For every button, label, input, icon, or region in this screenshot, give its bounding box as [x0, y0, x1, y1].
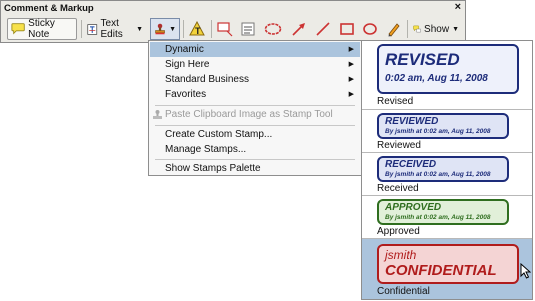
panel-title: Comment & Markup: [4, 3, 94, 14]
oval-tool-button[interactable]: [359, 18, 381, 40]
menu-item-label: Sign Here: [165, 59, 210, 70]
menu-item-create-custom-stamp[interactable]: Create Custom Stamp...: [150, 127, 360, 142]
stamp-option-revised[interactable]: REVISED 0:02 am, Aug 11, 2008 Revised: [362, 41, 532, 109]
pencil-icon: [388, 23, 400, 37]
stamp-label: Revised: [377, 96, 414, 107]
menu-item-sign-here[interactable]: Sign Here ▶: [150, 57, 360, 72]
submenu-arrow-icon: ▶: [348, 46, 354, 53]
text-edits-label: Text Edits: [100, 18, 123, 40]
text-box-icon: [241, 22, 255, 36]
toolbar-separator: [183, 20, 184, 38]
stamp-subtitle: CONFIDENTIAL: [385, 262, 497, 279]
stamp-tool-button[interactable]: ▼: [150, 18, 180, 40]
line-tool-button[interactable]: [312, 18, 334, 40]
dynamic-stamps-submenu: REVISED 0:02 am, Aug 11, 2008 Revised RE…: [361, 40, 533, 300]
submenu-arrow-icon: ▶: [348, 91, 354, 98]
menu-item-show-stamps-palette[interactable]: Show Stamps Palette: [150, 161, 360, 176]
text-box-button[interactable]: [237, 18, 259, 40]
line-icon: [316, 22, 330, 36]
menu-item-label: Standard Business: [165, 74, 249, 85]
menu-separator: [155, 159, 355, 160]
menu-item-label: Show Stamps Palette: [165, 163, 261, 174]
show-comments-icon: [413, 25, 421, 33]
menu-item-label: Create Custom Stamp...: [165, 129, 273, 140]
svg-text:T: T: [195, 26, 201, 36]
markup-toolbar: Sticky Note Text Edits ▼ ▼ T Show ▼: [5, 18, 461, 40]
text-edits-icon: [87, 23, 98, 35]
sticky-note-button[interactable]: Sticky Note: [7, 18, 77, 40]
stamp-preview: RECEIVED By jsmith at 0:02 am, Aug 11, 2…: [377, 156, 509, 182]
rectangle-icon: [340, 23, 354, 35]
rectangle-tool-button[interactable]: [336, 18, 358, 40]
menu-separator: [155, 125, 355, 126]
stamp-icon: [155, 23, 165, 35]
stamp-subtitle: By jsmith at 0:02 am, Aug 11, 2008: [385, 171, 491, 178]
callout-tool-button[interactable]: [214, 18, 236, 40]
comment-markup-panel: Comment & Markup × Sticky Note Text Edit…: [0, 0, 466, 43]
stamp-preview: APPROVED By jsmith at 0:02 am, Aug 11, 2…: [377, 199, 509, 225]
toolbar-separator: [407, 20, 408, 38]
menu-item-label: Manage Stamps...: [165, 144, 247, 155]
chevron-down-icon: ▼: [136, 25, 143, 33]
stamp-label: Reviewed: [377, 140, 421, 151]
toolbar-separator: [211, 20, 212, 38]
stamp-label: Received: [377, 183, 419, 194]
chevron-down-icon: ▼: [169, 25, 176, 33]
show-menu-button[interactable]: Show ▼: [410, 18, 462, 40]
menu-item-label: Dynamic: [165, 44, 204, 55]
menu-item-label: Paste Clipboard Image as Stamp Tool: [165, 109, 333, 120]
stamp-dropdown-menu: Dynamic ▶ Sign Here ▶ Standard Business …: [148, 40, 362, 176]
arrow-tool-button[interactable]: [288, 18, 310, 40]
show-label: Show: [424, 23, 450, 35]
sticky-note-icon: [11, 23, 25, 35]
stamp-title: RECEIVED: [385, 159, 437, 170]
text-edits-button[interactable]: Text Edits ▼: [84, 18, 146, 40]
menu-item-manage-stamps[interactable]: Manage Stamps...: [150, 142, 360, 157]
stamp-option-received[interactable]: RECEIVED By jsmith at 0:02 am, Aug 11, 2…: [362, 153, 532, 195]
callout-icon: [217, 22, 233, 37]
chevron-down-icon: ▼: [452, 25, 459, 33]
stamp-label: Confidential: [377, 286, 430, 297]
text-box-tool-button[interactable]: T: [186, 18, 208, 40]
stamp-preview: REVISED 0:02 am, Aug 11, 2008: [377, 44, 519, 94]
submenu-arrow-icon: ▶: [348, 76, 354, 83]
menu-item-label: Favorites: [165, 89, 207, 100]
pencil-tool-button[interactable]: [383, 18, 405, 40]
stamp-subtitle: By jsmith at 0:02 am, Aug 11, 2008: [385, 214, 491, 221]
toolbar-separator: [81, 20, 82, 38]
stamp-title: APPROVED: [385, 202, 442, 213]
stamp-title: REVISED: [385, 50, 460, 69]
stamp-subtitle: By jsmith at 0:02 am, Aug 11, 2008: [385, 128, 491, 135]
stamp-preview: REVIEWED By jsmith at 0:02 am, Aug 11, 2…: [377, 113, 509, 139]
cloud-icon: [264, 23, 282, 35]
stamp-title: jsmith: [385, 248, 417, 262]
menu-item-favorites[interactable]: Favorites ▶: [150, 87, 360, 102]
stamp-preview: jsmith CONFIDENTIAL: [377, 244, 519, 284]
stamp-title: REVIEWED: [385, 116, 439, 127]
stamp-label: Approved: [377, 226, 420, 237]
menu-item-paste-clipboard-image: Paste Clipboard Image as Stamp Tool: [150, 107, 360, 122]
oval-icon: [363, 23, 377, 35]
text-callout-icon: T: [189, 21, 205, 36]
sticky-note-label: Sticky Note: [28, 18, 55, 40]
menu-item-dynamic[interactable]: Dynamic ▶: [150, 42, 360, 57]
cloud-tool-button[interactable]: [261, 18, 285, 40]
stamp-option-confidential[interactable]: jsmith CONFIDENTIAL Confidential: [362, 239, 532, 299]
submenu-arrow-icon: ▶: [348, 61, 354, 68]
stamp-option-reviewed[interactable]: REVIEWED By jsmith at 0:02 am, Aug 11, 2…: [362, 110, 532, 152]
menu-separator: [155, 105, 355, 106]
arrow-icon: [292, 23, 305, 36]
stamp-icon: [153, 110, 162, 119]
stamp-option-approved[interactable]: APPROVED By jsmith at 0:02 am, Aug 11, 2…: [362, 196, 532, 238]
menu-item-standard-business[interactable]: Standard Business ▶: [150, 72, 360, 87]
close-icon[interactable]: ×: [455, 1, 461, 13]
stamp-subtitle: 0:02 am, Aug 11, 2008: [385, 73, 488, 84]
mouse-cursor-icon: [520, 263, 531, 279]
